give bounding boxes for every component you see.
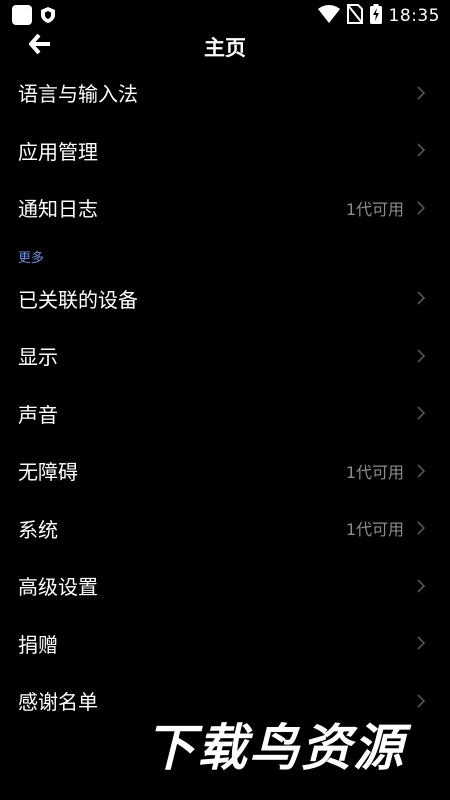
settings-item-advanced[interactable]: 高级设置 [0, 557, 450, 615]
toolbar: 主页 [0, 30, 450, 64]
settings-item-value: 1代可用 [345, 520, 404, 540]
no-sim-icon [345, 3, 364, 28]
chevron-right-icon [416, 693, 426, 709]
chevron-right-icon [416, 200, 426, 216]
chevron-right-icon [416, 520, 426, 536]
chevron-right-icon [416, 635, 426, 651]
status-bar: 18:35 [0, 0, 450, 30]
settings-item-label: 应用管理 [18, 139, 98, 164]
settings-item-label: 无障碍 [18, 460, 78, 485]
chevron-right-icon [416, 463, 426, 479]
settings-item-value: 1代可用 [345, 462, 404, 482]
settings-item-label: 系统 [18, 517, 58, 542]
chevron-right-icon [416, 348, 426, 364]
settings-item-label: 语言与输入法 [18, 82, 138, 107]
chevron-right-icon [416, 85, 426, 101]
settings-item-accessibility[interactable]: 无障碍 1代可用 [0, 442, 450, 500]
chevron-right-icon [416, 578, 426, 594]
settings-item-value: 1代可用 [345, 199, 404, 219]
settings-item-language-input[interactable]: 语言与输入法 [0, 64, 450, 122]
app-icon [12, 5, 32, 25]
settings-item-donate[interactable]: 捐赠 [0, 615, 450, 673]
section-title: 更多 [18, 250, 45, 266]
settings-item-sound[interactable]: 声音 [0, 385, 450, 443]
settings-item-label: 捐赠 [18, 632, 58, 657]
status-bar-left [12, 5, 56, 25]
settings-item-label: 感谢名单 [18, 690, 98, 715]
status-time: 18:35 [388, 6, 440, 26]
settings-item-label: 通知日志 [18, 197, 98, 222]
chevron-right-icon [416, 405, 426, 421]
settings-item-label: 声音 [18, 402, 58, 427]
chevron-right-icon [416, 290, 426, 306]
shield-icon [40, 6, 56, 24]
battery-charging-icon [369, 4, 382, 28]
settings-item-system[interactable]: 系统 1代可用 [0, 500, 450, 558]
watermark: 下载鸟资源 [145, 719, 405, 777]
page-title: 主页 [204, 36, 246, 60]
settings-item-app-management[interactable]: 应用管理 [0, 122, 450, 180]
settings-item-label: 已关联的设备 [18, 287, 138, 312]
settings-item-label: 高级设置 [18, 575, 98, 600]
settings-item-notification-log[interactable]: 通知日志 1代可用 [0, 179, 450, 237]
chevron-right-icon [416, 142, 426, 158]
settings-list: 语言与输入法 应用管理 通知日志 1代可用 更多 已关联的设备 显示 声音 无障… [0, 64, 450, 730]
section-header-more: 更多 [0, 237, 450, 270]
settings-item-display[interactable]: 显示 [0, 327, 450, 385]
settings-item-linked-devices[interactable]: 已关联的设备 [0, 270, 450, 328]
settings-item-label: 显示 [18, 345, 58, 370]
wifi-icon [317, 5, 340, 27]
status-bar-right: 18:35 [317, 3, 441, 28]
